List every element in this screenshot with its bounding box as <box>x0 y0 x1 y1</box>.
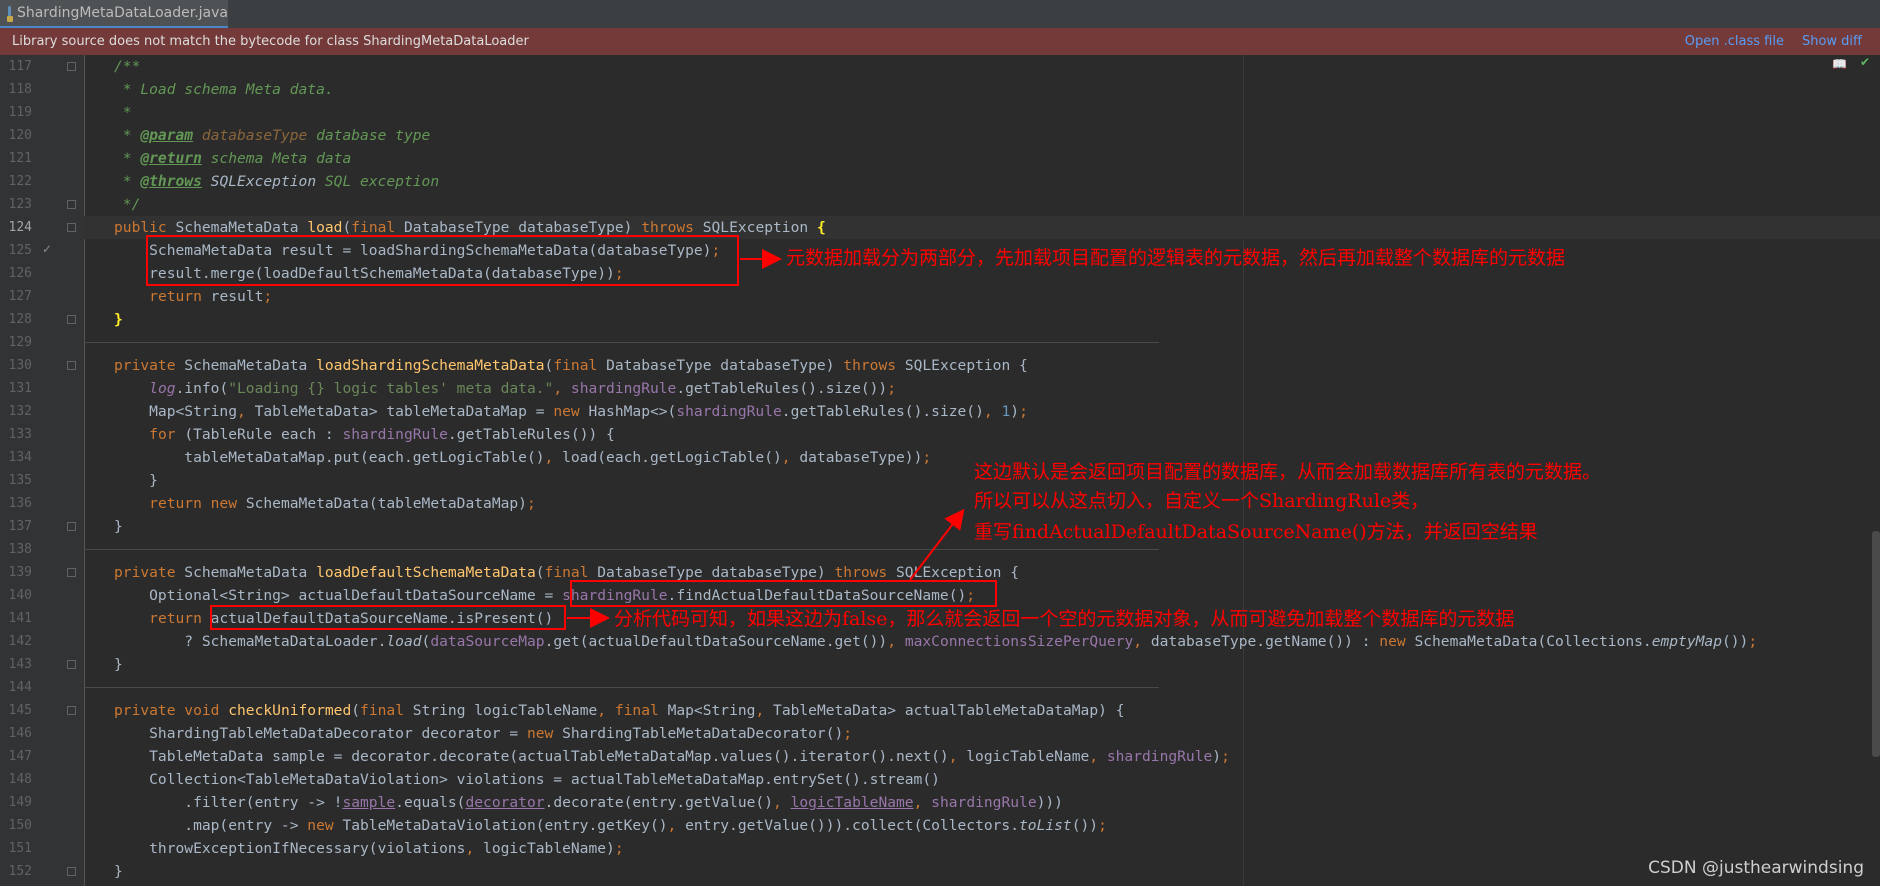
annotation-note2-line1: 这边默认是会返回项目配置的数据库，从而会加载数据库所有表的元数据。 <box>974 461 1602 483</box>
annotation-note2-line2: 所以可以从这点切入，自定义一个ShardingRule类， <box>974 490 1430 512</box>
arrow-note2 <box>909 508 965 581</box>
annotation-note3: 分析代码可知，如果这边为false，那么就会返回一个空的元数据对象，从而可避免加… <box>614 608 1515 630</box>
annotation-note1: 元数据加载分为两部分，先加载项目配置的逻辑表的元数据，然后再加载整个数据库的元数… <box>786 247 1566 269</box>
csdn-watermark: CSDN @justhearwindsing <box>1648 858 1864 878</box>
annotation-note2-line3: 重写findActualDefaultDataSourceName()方法，并返… <box>974 521 1538 543</box>
arrow-layer <box>567 249 965 628</box>
